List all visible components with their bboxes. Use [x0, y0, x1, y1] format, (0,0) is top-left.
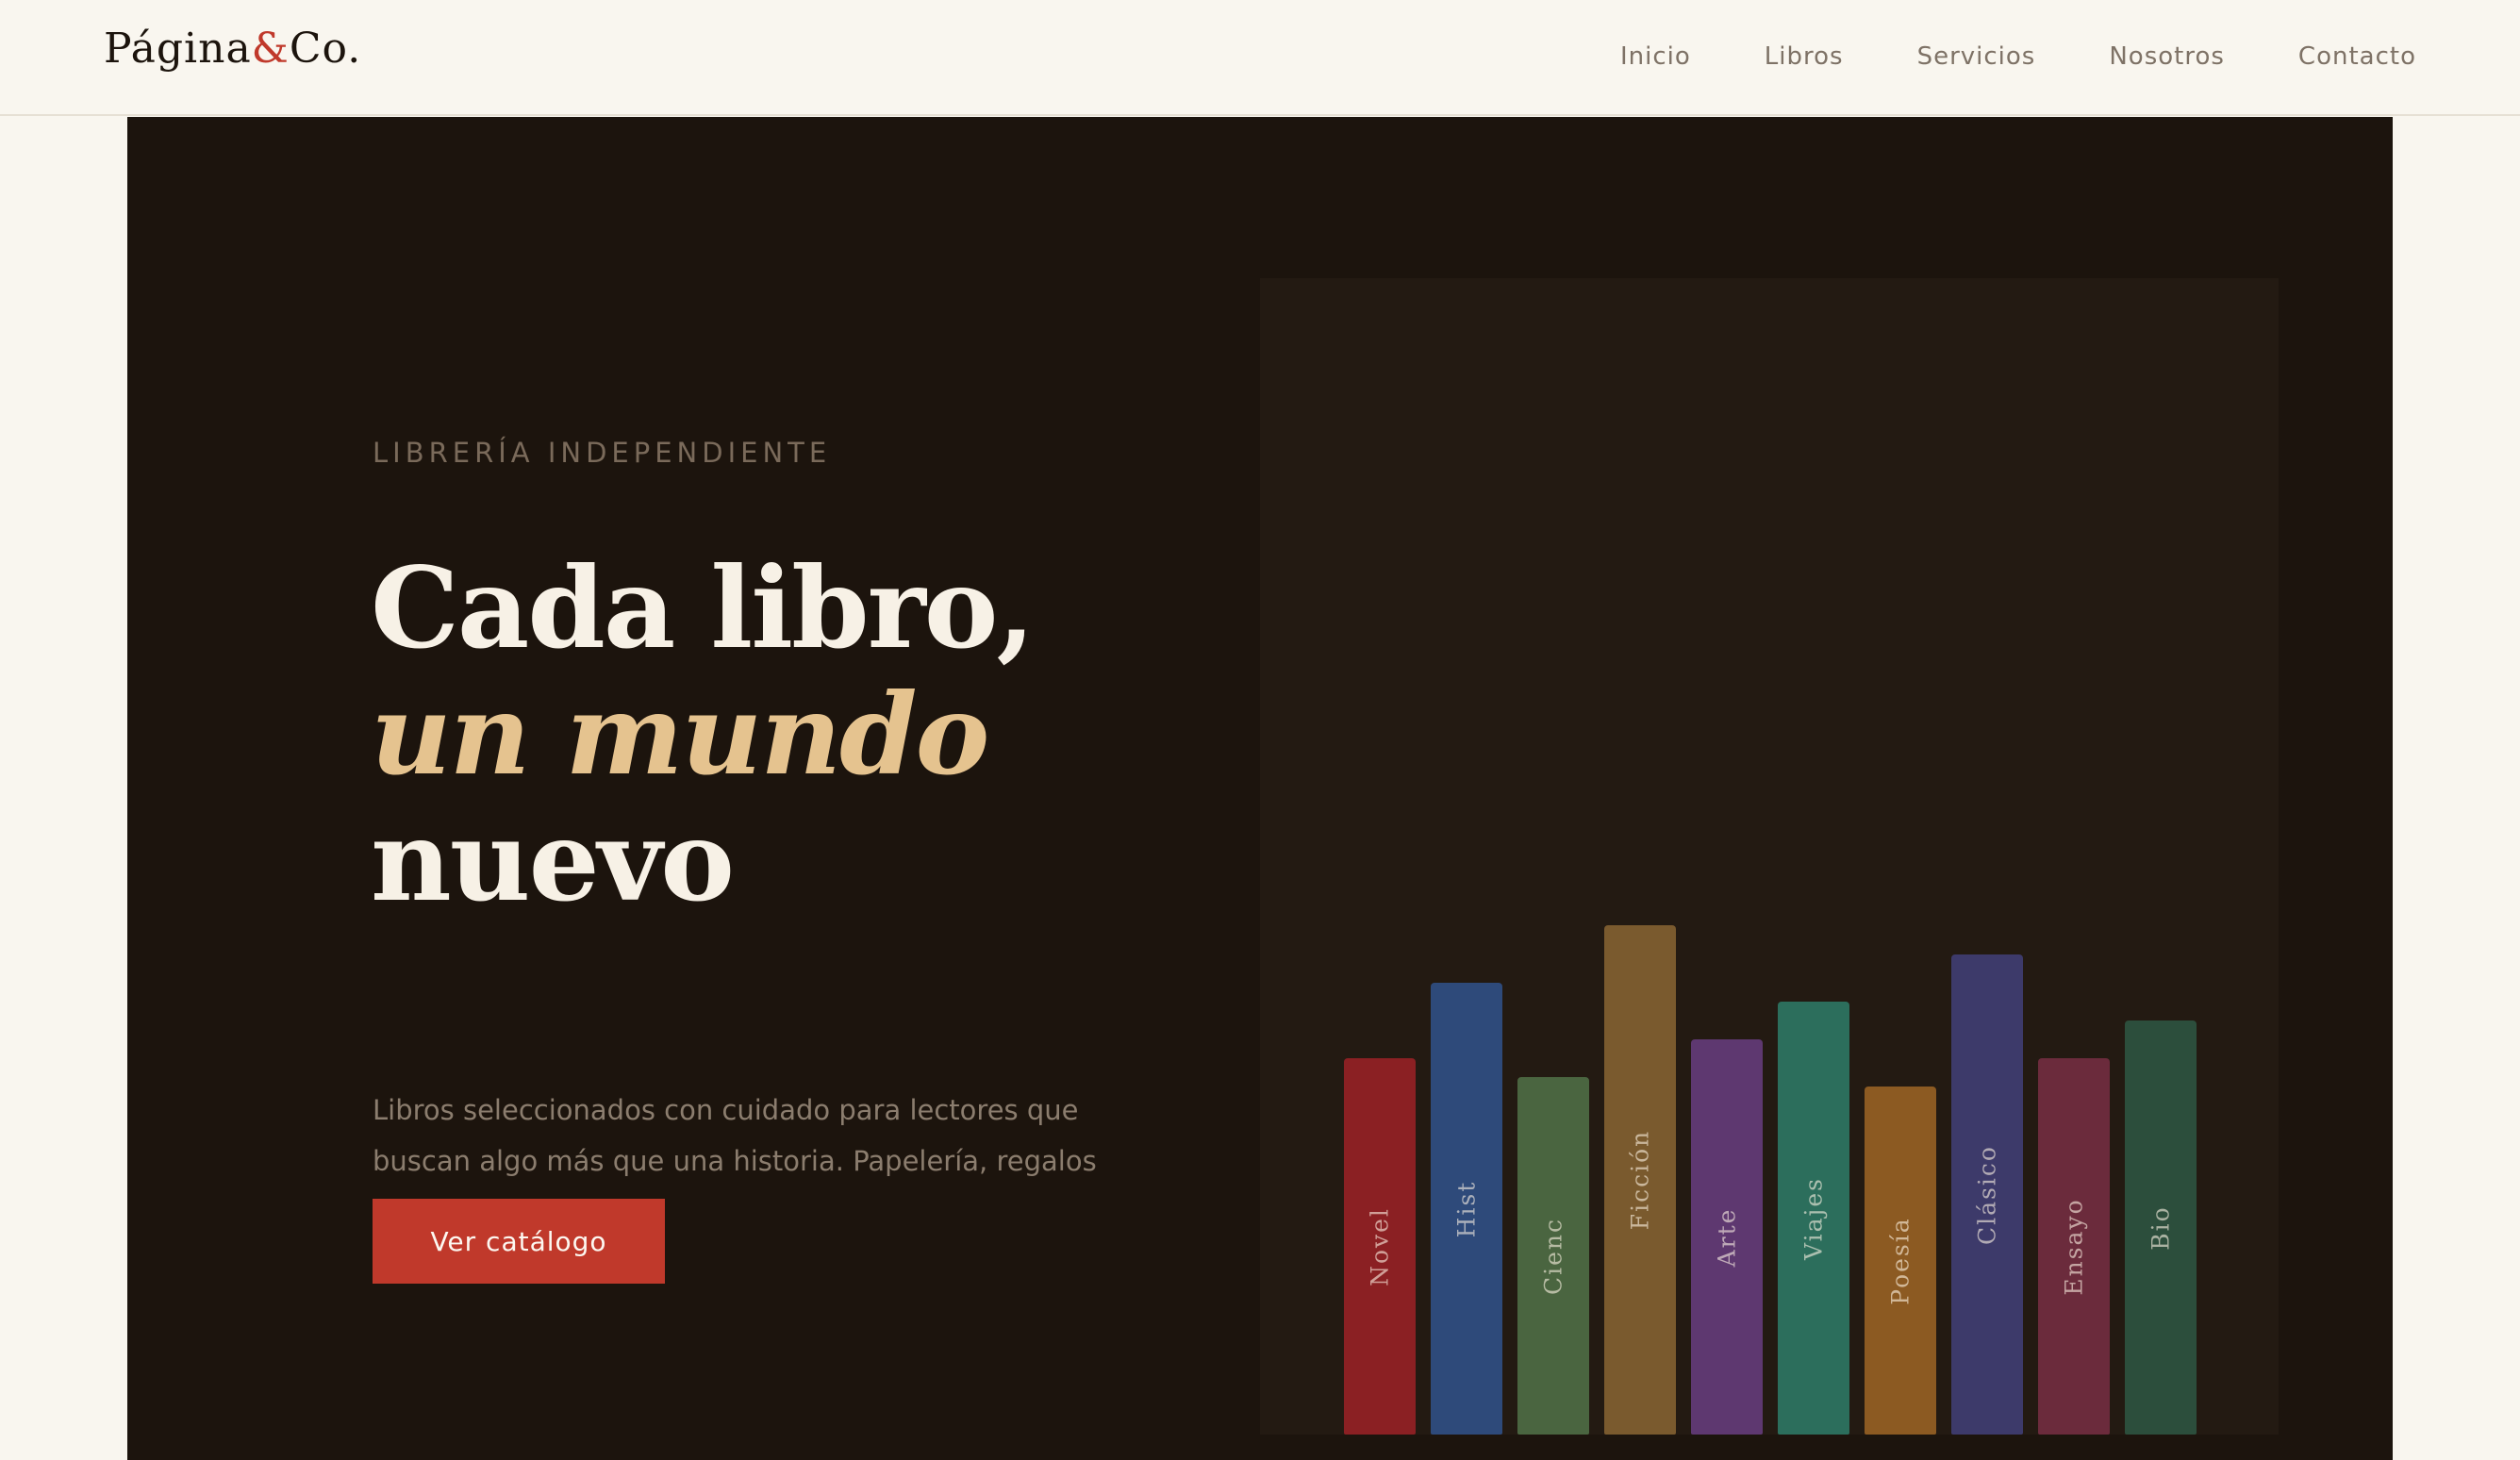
headline-line-1: Cada libro, — [371, 542, 1036, 673]
top-navbar: Página&Co. Inicio Libros Servicios Nosot… — [0, 0, 2520, 116]
book-label: Clásico — [1973, 1144, 2001, 1245]
brand-ampersand: & — [251, 25, 290, 73]
book-label: Arte — [1713, 1207, 1741, 1267]
bookshelf-illustration: Novel Hist Cienc Ficción Arte Viajes Poe… — [1260, 278, 2279, 1435]
book-label: Poesía — [1886, 1216, 1915, 1305]
book-spine-hist: Hist — [1431, 983, 1502, 1435]
nav-link-inicio[interactable]: Inicio — [1620, 42, 1691, 71]
book-label: Hist — [1452, 1180, 1481, 1237]
book-spine-viajes: Viajes — [1778, 1002, 1849, 1435]
brand-name-part1: Página — [104, 25, 252, 73]
book-spine-clasico: Clásico — [1951, 954, 2023, 1435]
book-label: Viajes — [1799, 1176, 1828, 1260]
headline-line-3: nuevo — [371, 795, 735, 926]
nav-link-libros[interactable]: Libros — [1765, 42, 1844, 71]
nav-link-nosotros[interactable]: Nosotros — [2109, 42, 2225, 71]
view-catalog-button[interactable]: Ver catálogo — [373, 1199, 665, 1284]
brand-name-part2: Co. — [289, 25, 362, 73]
book-spine-poesia: Poesía — [1865, 1087, 1936, 1435]
book-spine-cienc: Cienc — [1517, 1077, 1589, 1435]
brand-logo[interactable]: Página&Co. — [104, 25, 361, 73]
book-spine-ficcion: Ficción — [1604, 925, 1676, 1435]
book-label: Ensayo — [2060, 1197, 2088, 1296]
book-spine-arte: Arte — [1691, 1039, 1763, 1435]
hero-eyebrow: LIBRERÍA INDEPENDIENTE — [373, 437, 832, 469]
book-label: Cienc — [1539, 1217, 1567, 1295]
book-spine-bio: Bio — [2125, 1020, 2197, 1435]
nav-link-servicios[interactable]: Servicios — [1917, 42, 2036, 71]
book-label: Bio — [2147, 1204, 2175, 1251]
hero-headline: Cada libro, un mundo nuevo — [371, 542, 1036, 926]
book-spine-novel: Novel — [1344, 1058, 1416, 1435]
book-spine-ensayo: Ensayo — [2038, 1058, 2110, 1435]
nav-link-contacto[interactable]: Contacto — [2298, 42, 2416, 71]
nav-links: Inicio Libros Servicios Nosotros Contact… — [1620, 0, 2416, 113]
headline-line-2-accent: un mundo — [371, 669, 989, 800]
book-label: Ficción — [1626, 1129, 1654, 1231]
hero-section: LIBRERÍA INDEPENDIENTE Cada libro, un mu… — [127, 117, 2393, 1460]
book-label: Novel — [1366, 1206, 1394, 1286]
